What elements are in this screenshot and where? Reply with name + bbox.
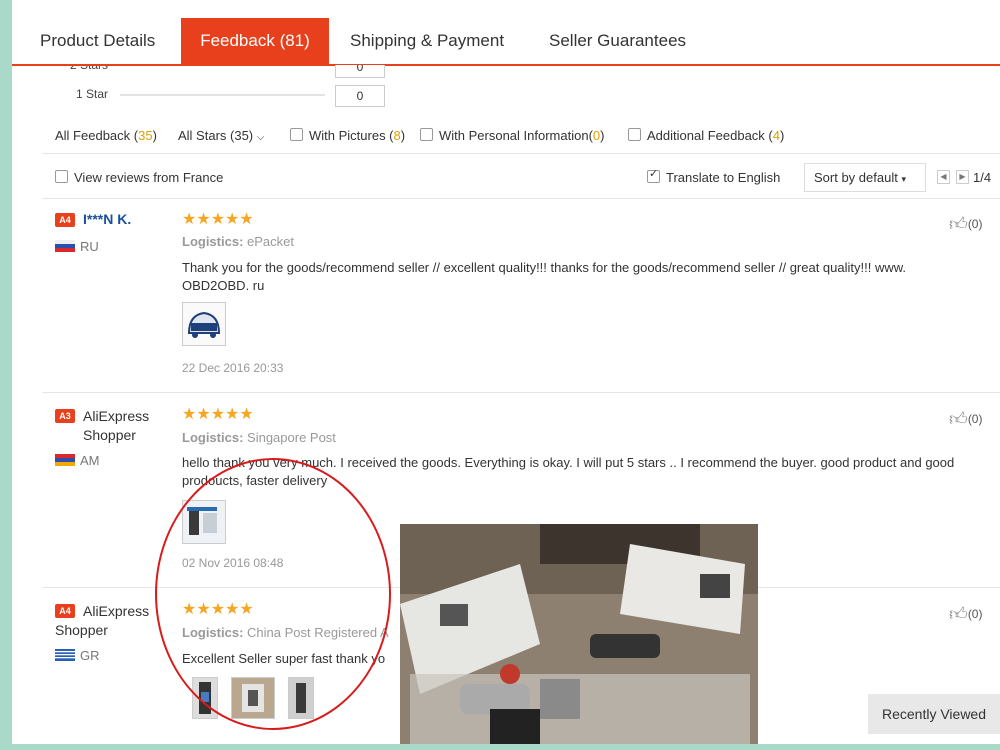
chevron-down-icon: ▾: [901, 174, 906, 184]
divider: [42, 198, 1000, 199]
tab-shipping-payment[interactable]: Shipping & Payment: [350, 18, 504, 64]
reviewer-name[interactable]: AliExpress Shopper: [55, 602, 155, 640]
rating-stars: ★★★★★: [182, 406, 254, 423]
filter-count: 8: [393, 128, 401, 143]
red-annotation-circle: [155, 458, 391, 730]
divider: [42, 392, 1000, 393]
flag-russia-icon: [55, 240, 75, 252]
logistics-label: Logistics:: [182, 234, 244, 249]
rating-stars: ★★★★★: [182, 211, 254, 228]
recently-viewed-button[interactable]: Recently Viewed: [868, 694, 1000, 734]
filter-with-personal-info[interactable]: With Personal Information(0): [420, 128, 604, 143]
buyer-level-badge: A4: [55, 213, 75, 227]
star-row-bar: [120, 94, 325, 96]
tab-seller-guarantees[interactable]: Seller Guarantees: [549, 18, 686, 64]
checkbox[interactable]: [420, 128, 433, 141]
filter-count: 35: [138, 128, 153, 143]
thumbs-up-icon: 👍︎: [949, 409, 968, 429]
filter-with-pictures-label: With Pictures (: [309, 128, 394, 143]
logistics-info: Logistics: Singapore Post: [182, 430, 336, 445]
next-page-icon[interactable]: ▶: [956, 170, 969, 184]
filter-all-feedback[interactable]: All Feedback (35): [55, 128, 157, 143]
helpful-button[interactable]: 👍︎(0): [949, 603, 982, 625]
product-page: Product Details Feedback (81) Shipping &…: [12, 0, 1000, 744]
filter-with-pictures[interactable]: With Pictures (8): [290, 128, 405, 143]
sort-dropdown[interactable]: Sort by default ▾: [804, 163, 926, 192]
helpful-button[interactable]: 👍︎(0): [949, 213, 982, 235]
helpful-count: (0): [967, 412, 983, 426]
checkbox-checked[interactable]: [647, 167, 660, 183]
view-reviews-label: View reviews from France: [74, 170, 224, 185]
flag-greece-icon: [55, 649, 75, 661]
translate-to-english[interactable]: Translate to English: [647, 167, 781, 185]
review-text: Thank you for the goods/recommend seller…: [182, 260, 907, 293]
tab-product-details[interactable]: Product Details: [40, 18, 155, 64]
chevron-down-icon: ⌵: [256, 132, 265, 143]
filter-count: 4: [772, 128, 780, 143]
paren: ): [152, 128, 157, 143]
logistics-info: Logistics: ePacket: [182, 234, 294, 249]
checkbox[interactable]: [290, 128, 303, 141]
star-row-count: 0: [335, 85, 385, 107]
divider: [42, 153, 1000, 154]
reviewer-name[interactable]: AliExpress Shopper: [83, 407, 173, 445]
review-photo-thumbnail[interactable]: [182, 302, 226, 346]
paren: ): [779, 128, 785, 143]
filter-additional-feedback[interactable]: Additional Feedback (4): [628, 128, 784, 143]
review-date: 22 Dec 2016 20:33: [182, 361, 284, 375]
translate-label: Translate to English: [666, 170, 781, 185]
thumbs-up-icon: 👍︎: [949, 604, 968, 624]
reviewer-country: GR: [80, 648, 100, 663]
prev-page-icon[interactable]: ◀: [937, 170, 950, 184]
helpful-count: (0): [967, 607, 983, 621]
filter-additional-label: Additional Feedback (: [647, 128, 773, 143]
reviewer-name[interactable]: I***N K.: [83, 211, 131, 227]
enlarged-review-photo[interactable]: [400, 524, 758, 744]
filter-all-stars-label: All Stars (35): [178, 128, 254, 143]
filter-all-feedback-label: All Feedback (: [55, 128, 139, 143]
sort-label: Sort by default: [814, 170, 898, 185]
buyer-level-badge: A3: [55, 409, 75, 423]
logistics-value: Singapore Post: [247, 430, 336, 445]
page-indicator: 1/4: [973, 170, 992, 185]
filter-all-stars-dropdown[interactable]: All Stars (35) ⌵: [178, 128, 264, 143]
tab-feedback[interactable]: Feedback (81): [181, 18, 329, 64]
tab-bar: Product Details Feedback (81) Shipping &…: [12, 18, 1000, 66]
logistics-label: Logistics:: [182, 430, 244, 445]
thumbs-up-icon: 👍︎: [949, 214, 968, 234]
filter-with-personal-label: With Personal Information(: [439, 128, 593, 143]
paren: ): [400, 128, 406, 143]
reviewer-country: AM: [80, 453, 100, 468]
checkbox[interactable]: [628, 128, 641, 141]
star-row-label: 1 Star: [76, 87, 109, 101]
logistics-value: ePacket: [247, 234, 295, 249]
helpful-count: (0): [967, 217, 983, 231]
view-reviews-from-country[interactable]: View reviews from France: [55, 170, 223, 185]
helpful-button[interactable]: 👍︎(0): [949, 408, 982, 430]
checkbox[interactable]: [55, 170, 68, 183]
reviewer-country: RU: [80, 239, 99, 254]
paren: ): [600, 128, 605, 143]
flag-armenia-icon: [55, 454, 75, 466]
